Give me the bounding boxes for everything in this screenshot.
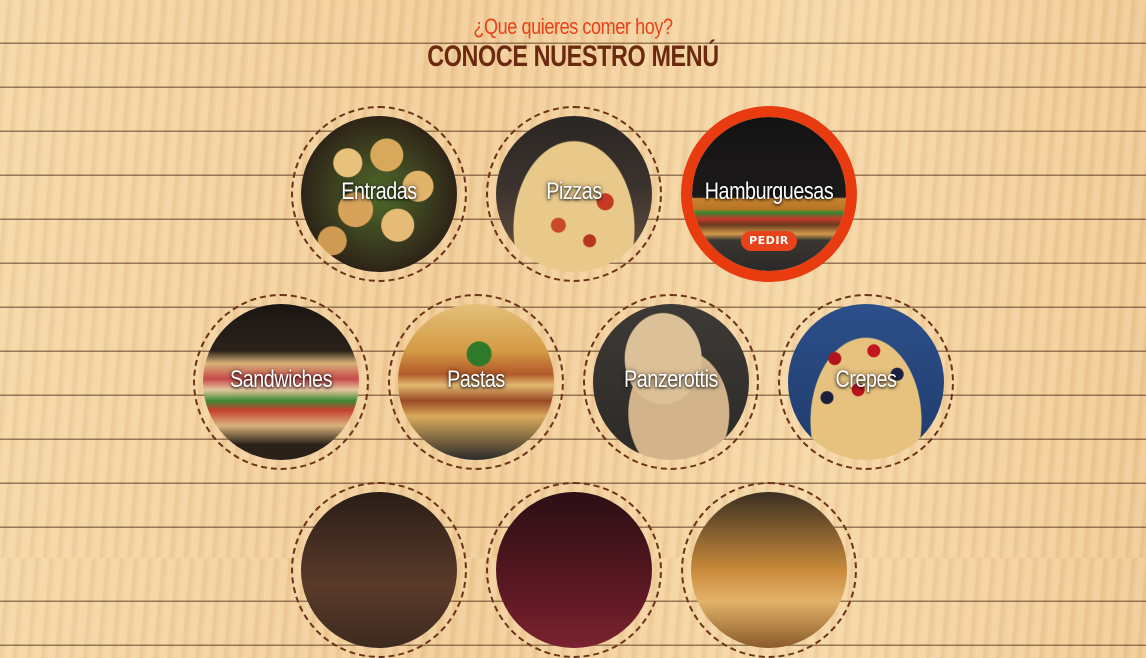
- category-label: Pastas: [447, 366, 505, 393]
- pedir-button[interactable]: PEDIR: [741, 231, 797, 251]
- category-hamburguesas[interactable]: Hamburguesas PEDIR: [681, 106, 857, 282]
- category-pizzas[interactable]: Pizzas: [486, 106, 662, 282]
- category-label: Sandwiches: [229, 366, 333, 393]
- category-label: Panzerottis: [624, 366, 718, 393]
- dashed-ring: [486, 482, 662, 658]
- category-pastas[interactable]: Pastas: [388, 294, 564, 470]
- category-bebidas[interactable]: [486, 482, 662, 658]
- category-postres[interactable]: [291, 482, 467, 658]
- category-label: Hamburguesas: [704, 178, 834, 205]
- menu-subtitle: ¿Que quieres comer hoy?: [473, 14, 673, 39]
- category-label: Entradas: [341, 178, 417, 205]
- dashed-ring: [681, 482, 857, 658]
- menu-title: CONOCE NUESTRO MENÚ: [427, 40, 719, 73]
- category-label: Crepes: [835, 366, 897, 393]
- dashed-ring: [291, 482, 467, 658]
- category-sandwiches[interactable]: Sandwiches: [193, 294, 369, 470]
- category-entradas[interactable]: Entradas: [291, 106, 467, 282]
- category-perros[interactable]: [681, 482, 857, 658]
- category-label: Pizzas: [546, 178, 602, 205]
- category-panzerottis[interactable]: Panzerottis: [583, 294, 759, 470]
- category-crepes[interactable]: Crepes: [778, 294, 954, 470]
